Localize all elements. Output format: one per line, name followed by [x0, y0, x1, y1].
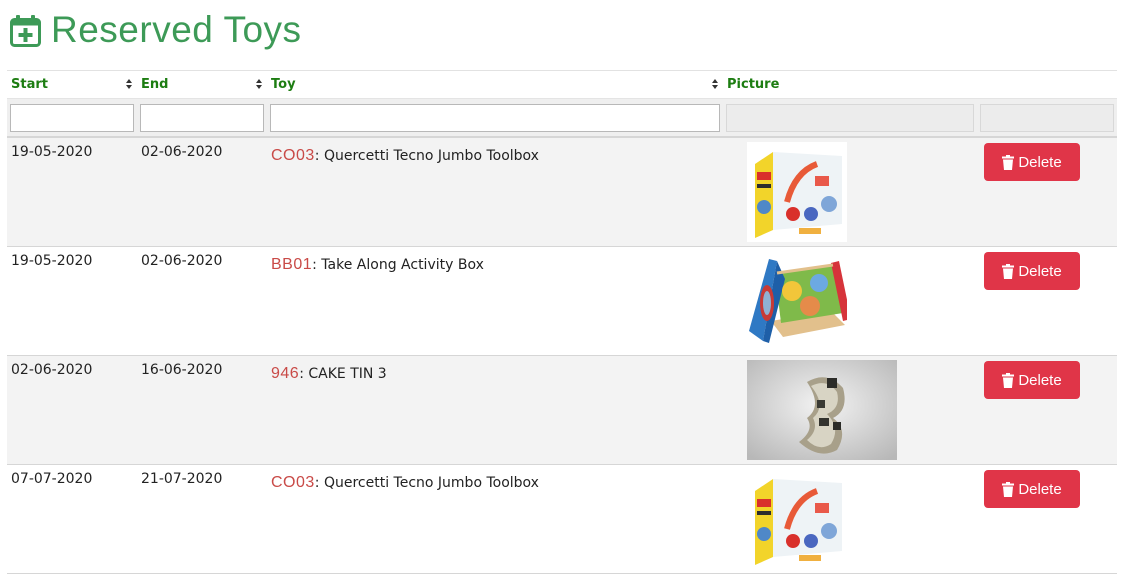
table-header-row: Start End Toy Picture [7, 70, 1117, 99]
column-header-actions [977, 70, 1117, 99]
start-filter-input[interactable] [10, 103, 134, 132]
trash-icon [1002, 481, 1015, 497]
toy-cell: CO03: Quercetti Tecno Jumbo Toolbox [271, 138, 719, 165]
table-row: 07-07-2020 21-07-2020 CO03: Quercetti Te… [7, 464, 1117, 574]
calendar-plus-icon [10, 14, 41, 47]
end-date: 16-06-2020 [141, 362, 223, 378]
toy-name: : CAKE TIN 3 [299, 366, 387, 382]
end-date: 02-06-2020 [141, 144, 223, 160]
activity-box-image [747, 251, 847, 351]
page-title: Reserved Toys [51, 9, 302, 50]
toy-filter-input[interactable] [270, 103, 720, 132]
toy-cell: BB01: Take Along Activity Box [271, 247, 719, 274]
delete-button[interactable]: Delete [984, 361, 1080, 399]
toy-cell: 946: CAKE TIN 3 [271, 356, 719, 383]
end-filter-input[interactable] [140, 103, 264, 132]
table-row: 19-05-2020 02-06-2020 BB01: Take Along A… [7, 246, 1117, 356]
table-row: 19-05-2020 02-06-2020 CO03: Quercetti Te… [7, 137, 1117, 247]
trash-icon [1002, 372, 1015, 388]
delete-button[interactable]: Delete [984, 470, 1080, 508]
picture-filter-input [726, 103, 974, 132]
column-header-end[interactable]: End [137, 70, 267, 99]
sort-icon[interactable] [126, 79, 133, 91]
sort-icon[interactable] [256, 79, 263, 91]
toy-code: BB01 [271, 256, 313, 273]
cake-tin-image [747, 360, 897, 460]
toy-box-image [747, 142, 847, 242]
sort-icon[interactable] [712, 79, 719, 91]
table-row: 02-06-2020 16-06-2020 946: CAKE TIN 3 De… [7, 355, 1117, 465]
page-header: Reserved Toys [10, 8, 302, 52]
start-date: 02-06-2020 [11, 362, 93, 378]
toy-name: : Take Along Activity Box [312, 257, 484, 273]
delete-button[interactable]: Delete [984, 143, 1080, 181]
toy-code: 946 [271, 365, 300, 382]
actions-filter-input [980, 103, 1114, 132]
column-header-start[interactable]: Start [7, 70, 137, 99]
trash-icon [1002, 154, 1015, 170]
toy-name: : Quercetti Tecno Jumbo Toolbox [314, 475, 539, 491]
end-date: 21-07-2020 [141, 471, 223, 487]
delete-button[interactable]: Delete [984, 252, 1080, 290]
start-date: 19-05-2020 [11, 253, 93, 269]
start-date: 19-05-2020 [11, 144, 93, 160]
filter-row [7, 98, 1117, 138]
column-header-toy[interactable]: Toy [267, 70, 723, 99]
end-date: 02-06-2020 [141, 253, 223, 269]
toy-code: CO03 [271, 147, 315, 164]
toy-box-image [747, 469, 847, 569]
toy-code: CO03 [271, 474, 315, 491]
trash-icon [1002, 263, 1015, 279]
start-date: 07-07-2020 [11, 471, 93, 487]
toy-cell: CO03: Quercetti Tecno Jumbo Toolbox [271, 465, 719, 492]
toy-name: : Quercetti Tecno Jumbo Toolbox [314, 148, 539, 164]
reservations-table: Start End Toy Picture 19-05-2020 02-06-2… [7, 70, 1117, 574]
column-header-picture: Picture [723, 70, 977, 99]
